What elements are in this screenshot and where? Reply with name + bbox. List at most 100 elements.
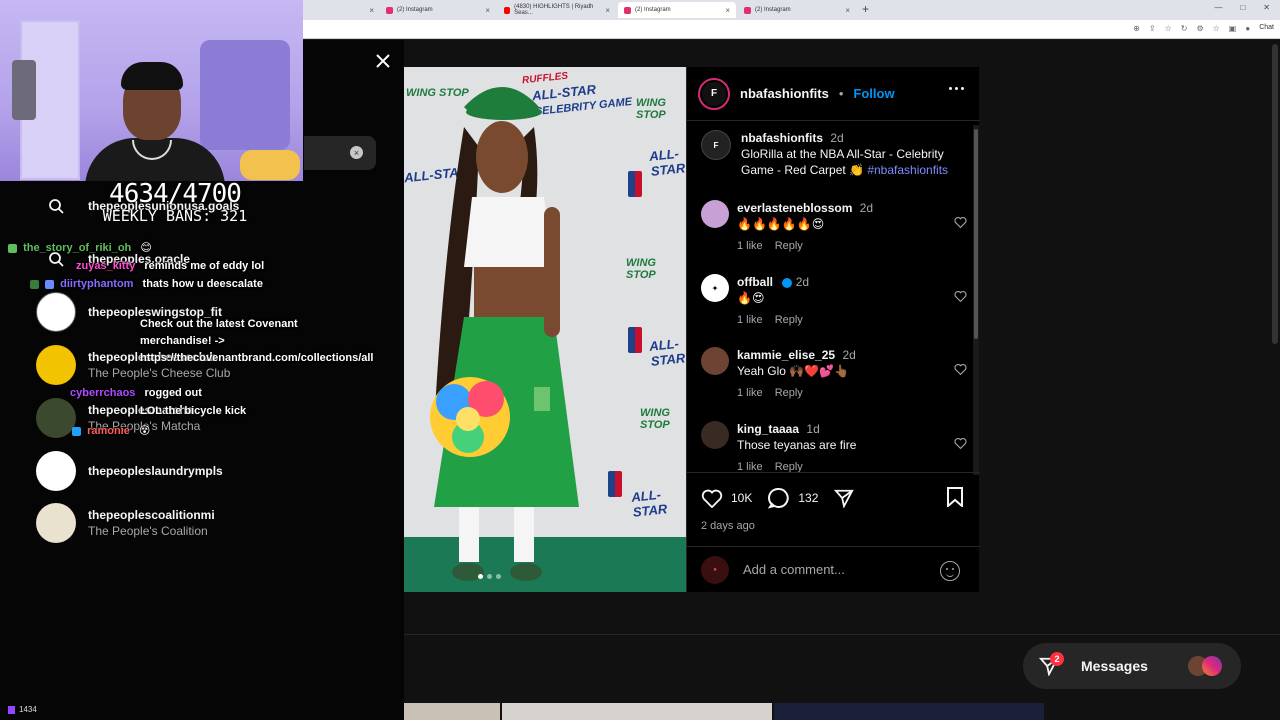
thumbnail[interactable] (404, 703, 500, 720)
reply-button[interactable]: Reply (775, 240, 803, 252)
follow-button[interactable]: Follow (853, 86, 894, 101)
result-fullname: The People's Cheese Club (88, 366, 231, 380)
weekly-bans: WEEKLY BANS: 321 (102, 207, 248, 225)
close-tab-icon[interactable]: × (605, 6, 610, 15)
comment-likes[interactable]: 1 like (737, 461, 763, 472)
reply-button[interactable]: Reply (775, 387, 803, 399)
comment-icon[interactable] (768, 487, 790, 509)
avatar[interactable] (701, 347, 729, 375)
message-avatars (1188, 656, 1222, 676)
bookmark-icon[interactable] (946, 487, 964, 507)
avatar[interactable]: F (698, 77, 730, 110)
add-comment-input[interactable] (743, 562, 923, 577)
profile-icon[interactable]: ● (1245, 24, 1250, 33)
avatar[interactable] (701, 421, 729, 449)
comment-username[interactable]: offball (737, 275, 773, 289)
emoji-icon[interactable] (940, 561, 960, 581)
post-timestamp: 2 days ago (701, 520, 755, 532)
close-tab-icon[interactable]: × (845, 6, 850, 15)
share-icon[interactable]: ⇪ (1149, 24, 1156, 33)
more-options-icon[interactable] (949, 87, 964, 90)
post-username[interactable]: nbafashionfits (740, 86, 829, 101)
notification-badge: 2 (1050, 652, 1064, 666)
comment-likes[interactable]: 1 like (737, 314, 763, 326)
carousel-indicator (478, 574, 501, 579)
like-count[interactable]: 10K (731, 491, 752, 505)
heart-icon[interactable] (954, 290, 967, 302)
window-controls: — □ ✕ (1214, 3, 1270, 12)
tab-label: (2) Instagram (397, 7, 433, 13)
close-tab-icon[interactable]: × (485, 6, 490, 15)
comment-username[interactable]: king_taaaa (737, 422, 799, 436)
browser-tab-active[interactable]: (2) Instagram × (618, 2, 736, 18)
webcam-overlay (0, 0, 303, 181)
verified-badge-icon (782, 277, 793, 288)
browser-tab[interactable]: (2) Instagram × (738, 2, 856, 18)
chat-button[interactable]: Chat (1259, 24, 1274, 33)
comment: ✦ offball 2d 🔥😍 1 like Reply (701, 274, 971, 326)
reload-icon[interactable]: ↻ (1181, 24, 1188, 33)
close-tab-icon[interactable]: × (369, 6, 374, 15)
chat-line: LOL the bicycle kick (140, 405, 246, 417)
star-icon[interactable]: ☆ (1165, 24, 1172, 33)
comment-count[interactable]: 132 (798, 491, 818, 505)
close-window-icon[interactable]: ✕ (1263, 3, 1270, 12)
heart-icon[interactable] (954, 216, 967, 228)
share-icon[interactable] (834, 488, 855, 508)
comment-likes[interactable]: 1 like (737, 240, 763, 252)
instagram-icon (386, 6, 393, 14)
thumbnail[interactable] (502, 703, 772, 720)
reply-button[interactable]: Reply (775, 314, 803, 326)
carousel-dot (496, 574, 501, 579)
collections-icon[interactable]: ▣ (1229, 24, 1237, 33)
favorites-icon[interactable]: ☆ (1213, 24, 1220, 33)
post-photo[interactable]: RUFFLES ALL-STAR CELEBRITY GAME WING STO… (404, 67, 686, 592)
search-result[interactable]: thepeopleslaundrympls (36, 451, 223, 491)
clear-search-icon[interactable]: × (350, 146, 363, 159)
comment-text: Those teyanas are fire (737, 438, 857, 452)
extension-icon[interactable]: ⚙ (1196, 24, 1203, 33)
chat-message: 😵 (138, 425, 151, 437)
comment-username[interactable]: everlasteneblossom (737, 201, 852, 215)
viewer-count: 1434 (8, 705, 37, 714)
thumbnail[interactable] (774, 703, 1044, 720)
avatar[interactable] (701, 200, 729, 228)
divider (404, 634, 1280, 635)
caption-hashtag[interactable]: #nbafashionfits (867, 163, 948, 177)
comment-username[interactable]: kammie_elise_25 (737, 348, 835, 362)
like-heart-icon[interactable] (701, 488, 723, 508)
heart-icon[interactable] (954, 437, 967, 449)
avatar[interactable]: ✦ (701, 274, 729, 302)
browser-tab[interactable]: × (300, 2, 380, 18)
tab-label: (2) Instagram (635, 7, 671, 13)
search-input[interactable] (304, 136, 376, 170)
close-tab-icon[interactable]: × (725, 6, 730, 15)
avatar[interactable]: F (701, 130, 731, 160)
reply-button[interactable]: Reply (775, 461, 803, 472)
viewer-count-value: 1434 (19, 705, 37, 714)
browser-tab[interactable]: (2) Instagram × (380, 2, 496, 18)
caption-username[interactable]: nbafashionfits (741, 131, 823, 145)
chat-line: zuyas_kitty reminds me of eddy lol (76, 260, 264, 272)
webcam-chair (200, 40, 290, 150)
comment-likes[interactable]: 1 like (737, 387, 763, 399)
tab-label: (2) Instagram (755, 7, 791, 13)
tab-label: (4830) HIGHLIGHTS | Riyadh Seas... (514, 4, 594, 16)
browser-tab[interactable]: (4830) HIGHLIGHTS | Riyadh Seas... × (498, 2, 616, 18)
heart-icon[interactable] (954, 363, 967, 375)
comments-list[interactable]: F nbafashionfits 2d GloRilla at the NBA … (687, 122, 976, 472)
badge-icon (45, 279, 55, 289)
comments-scrollbar[interactable] (973, 125, 979, 475)
zoom-icon[interactable]: ⊕ (1133, 24, 1140, 33)
avatar (36, 292, 76, 332)
badge-icon (30, 279, 39, 289)
page-scrollbar[interactable] (1272, 44, 1278, 344)
search-result[interactable]: thepeoplescoalitionmi The People's Coali… (36, 503, 215, 543)
chat-line: Check out the latest Covenant merchandis… (140, 316, 373, 367)
maximize-icon[interactable]: □ (1240, 3, 1245, 12)
close-modal-icon[interactable] (374, 52, 392, 70)
minimize-icon[interactable]: — (1214, 3, 1222, 12)
new-tab-button[interactable]: + (862, 2, 869, 16)
youtube-icon (504, 6, 511, 14)
result-username: thepeopleslaundrympls (88, 464, 223, 478)
